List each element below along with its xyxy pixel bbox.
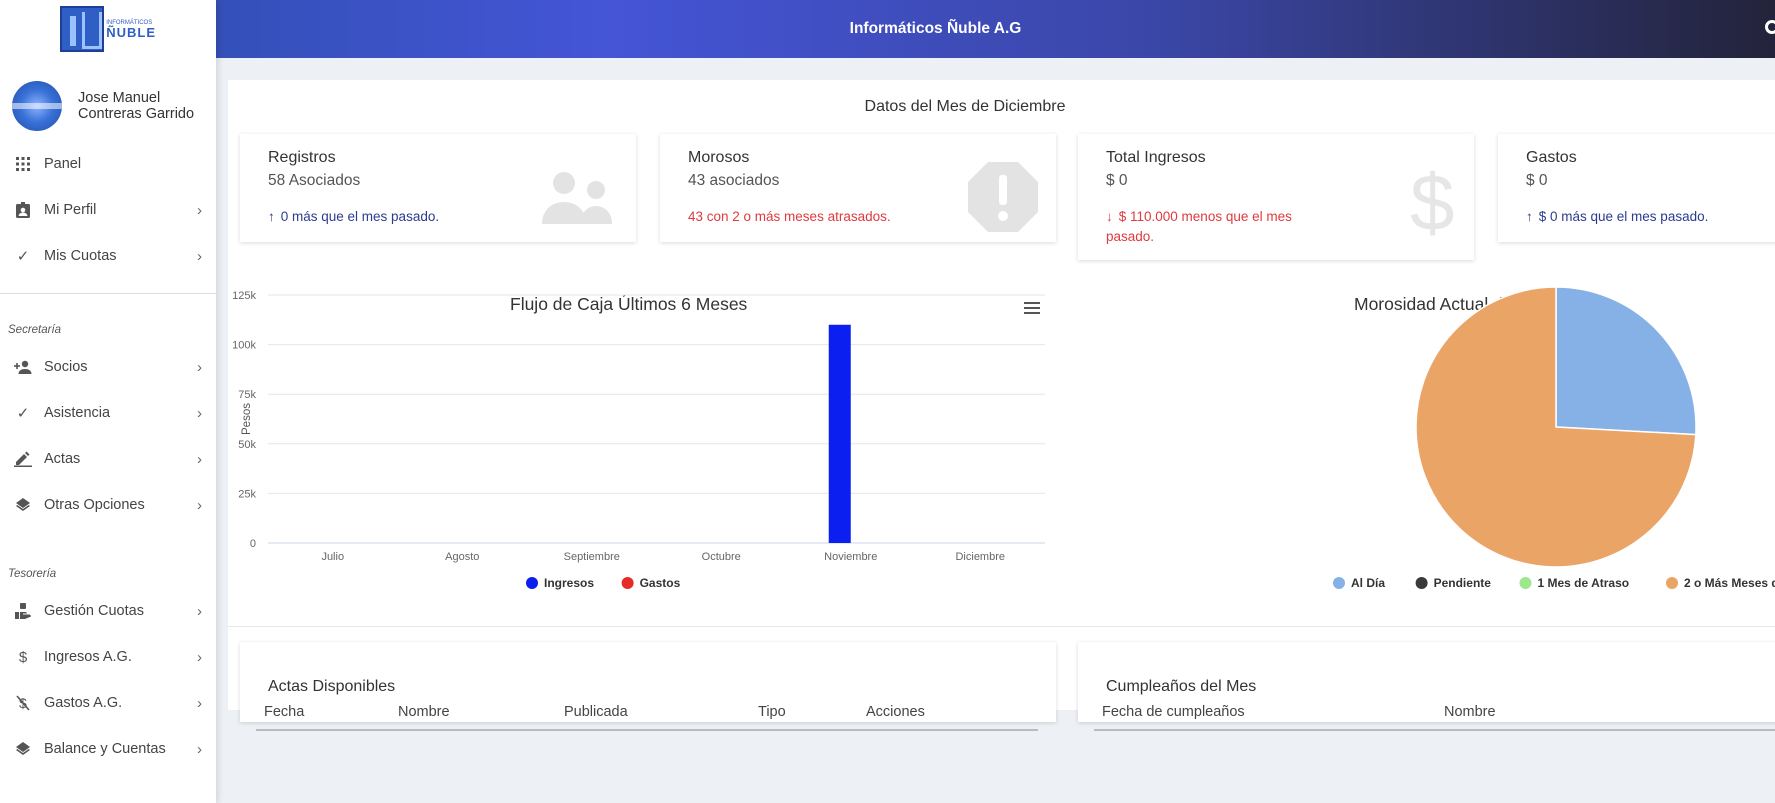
section-secretaria: Secretaría: [8, 324, 62, 336]
legend-label: 1 Mes de Atraso: [1538, 576, 1630, 590]
profile-badge-icon: [14, 201, 32, 219]
user-info: Jose Manuel Contreras Garrido: [0, 58, 216, 133]
person-add-icon: [14, 358, 32, 376]
bar-ingresos: [828, 324, 851, 543]
app-title: Informáticos Ñuble A.G: [849, 20, 1022, 37]
y-tick-label: 50k: [238, 439, 256, 451]
column-header[interactable]: Nombre: [1444, 704, 1496, 720]
chevron-right-icon: ›: [197, 740, 202, 758]
table-header-line: [256, 729, 1038, 731]
logo-big-text: ÑUBLE: [106, 24, 156, 40]
chevron-right-icon: ›: [197, 247, 202, 265]
sidebar-item-mi-perfil[interactable]: Mi Perfil ›: [0, 187, 216, 233]
x-tick-label: Octubre: [702, 551, 741, 563]
grid-icon: [14, 155, 32, 173]
chevron-right-icon: ›: [197, 358, 202, 376]
nav-tesoreria: Gestión Cuotas › $ Ingresos A.G. › $ Gas…: [0, 588, 216, 772]
legend-marker: [526, 577, 538, 589]
column-header[interactable]: Tipo: [758, 704, 786, 720]
nav-main: Panel Mi Perfil › ✓ Mis Cuotas ›: [0, 141, 216, 279]
sidebar-item-otras-opciones[interactable]: Otras Opciones ›: [0, 482, 216, 528]
y-tick-label: 75k: [238, 389, 256, 401]
check-icon: ✓: [16, 405, 30, 422]
layers-icon: [14, 740, 32, 758]
legend-label: Pendiente: [1434, 576, 1492, 590]
cumpleanos-title: Cumpleaños del Mes: [1106, 678, 1257, 695]
legend-marker: [1415, 577, 1428, 589]
y-tick-label: 100k: [232, 340, 256, 352]
actas-panel: Actas Disponibles Fecha Nombre Publicada…: [240, 642, 1056, 731]
avatar[interactable]: [12, 80, 62, 131]
y-tick-label: 0: [250, 538, 256, 550]
legend-marker: [1666, 577, 1678, 589]
actas-title: Actas Disponibles: [268, 678, 396, 695]
sidebar-item-socios[interactable]: Socios ›: [0, 344, 216, 390]
legend-marker: [1333, 577, 1345, 589]
chevron-right-icon: ›: [197, 648, 202, 666]
app-logo[interactable]: INFORMÁTICOS ÑUBLE: [60, 5, 156, 53]
legend-label: 2 o Más Meses de Atraso: [1684, 576, 1775, 590]
x-tick-label: Agosto: [445, 551, 479, 563]
sidebar-item-actas[interactable]: Actas ›: [0, 436, 216, 482]
sidebar-item-gestion-cuotas[interactable]: Gestión Cuotas ›: [0, 588, 216, 634]
cumpleanos-panel: Cumpleaños del Mes Fecha de cumpleaños N…: [1078, 642, 1775, 731]
legend-label: Ingresos: [544, 576, 594, 590]
x-tick-label: Julio: [321, 551, 344, 563]
chevron-right-icon: ›: [197, 496, 202, 514]
sidebar-item-gastos[interactable]: $ Gastos A.G. ›: [0, 680, 216, 726]
chevron-right-icon: ›: [197, 404, 202, 422]
x-tick-label: Diciembre: [955, 551, 1005, 563]
y-tick-label: 25k: [238, 488, 256, 500]
legend-label: Al Día: [1351, 576, 1385, 590]
column-header[interactable]: Fecha de cumpleaños: [1102, 704, 1245, 720]
sidebar-item-mis-cuotas[interactable]: ✓ Mis Cuotas ›: [0, 233, 216, 279]
column-header[interactable]: Nombre: [398, 704, 450, 720]
dollar-off-icon: $: [14, 694, 32, 712]
hand-coin-icon: [14, 602, 32, 620]
chevron-right-icon: ›: [197, 450, 202, 468]
sidebar-item-balance[interactable]: Balance y Cuentas ›: [0, 726, 216, 772]
x-tick-label: Septiembre: [564, 551, 620, 563]
column-header[interactable]: Publicada: [564, 704, 628, 720]
layers-icon: [14, 496, 32, 514]
legend-label: Gastos: [640, 576, 681, 590]
y-axis-label: Pesos: [241, 403, 253, 435]
logo-mark-icon: [60, 6, 105, 52]
header-circle-icon[interactable]: [1765, 20, 1775, 34]
pencil-icon: [14, 450, 32, 468]
sidebar-item-panel[interactable]: Panel: [0, 141, 216, 187]
check-icon: ✓: [16, 248, 30, 265]
column-header[interactable]: Fecha: [264, 704, 304, 720]
legend-marker: [621, 577, 634, 589]
chevron-right-icon: ›: [197, 694, 202, 712]
x-tick-label: Noviembre: [824, 551, 877, 563]
table-header-line: [1094, 729, 1775, 731]
y-tick-label: 125k: [232, 290, 256, 302]
chevron-right-icon: ›: [197, 602, 202, 620]
logo-area: INFORMÁTICOS ÑUBLE: [0, 0, 216, 58]
dollar-icon: $: [18, 648, 28, 666]
bar-chart: 0 25k 50k 75k 100k 125k Pesos Julio Agosto Septie…: [232, 290, 1045, 590]
sidebar-item-asistencia[interactable]: ✓ Asistencia ›: [0, 390, 216, 436]
legend-marker: [1519, 577, 1532, 589]
sidebar-item-ingresos[interactable]: $ Ingresos A.G. ›: [0, 634, 216, 680]
user-name: Jose Manuel Contreras Garrido: [78, 89, 195, 122]
dashboard-main: Datos del Mes de Diciembre Registros 58 …: [228, 80, 1775, 731]
chevron-right-icon: ›: [197, 201, 202, 219]
section-divider: [228, 626, 1775, 627]
pie-slice: [1555, 286, 1697, 436]
column-header[interactable]: Acciones: [866, 704, 925, 720]
pie-chart: Al Día Pendiente 1 Mes de Atraso 2 o Más Me…: [1333, 286, 1775, 590]
section-tesoreria: Tesorería: [8, 568, 57, 580]
nav-secretaria: Socios › ✓ Asistencia › Actas › Otras Op…: [0, 344, 216, 528]
top-header: Informáticos Ñuble A.G: [216, 0, 1775, 58]
sidebar: INFORMÁTICOS ÑUBLE Jose Manuel Contreras…: [0, 0, 216, 803]
